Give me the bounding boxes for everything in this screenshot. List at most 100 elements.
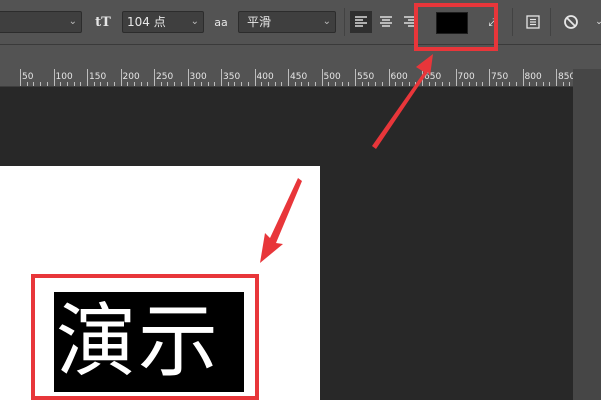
ruler-minor-tick (294, 82, 296, 86)
chevron-down-icon: ⌄ (68, 16, 77, 27)
ruler-label: 800 (524, 72, 542, 82)
divider (550, 8, 551, 36)
ruler-minor-tick (428, 82, 430, 86)
ruler-label: 100 (55, 72, 73, 82)
ruler-major-tick (120, 69, 122, 86)
ruler-minor-tick (93, 82, 95, 86)
ruler-major-tick (187, 69, 189, 86)
horizontal-ruler: 50 100 150 200 250 300 350 400 450 500 550 600 650 70… (0, 69, 584, 87)
ruler-minor-tick (468, 82, 470, 86)
ruler-label: 600 (390, 72, 408, 82)
ruler-minor-tick (107, 82, 109, 86)
ruler-major-tick (254, 69, 256, 86)
ruler-label: 250 (156, 72, 174, 82)
ruler-minor-tick (274, 82, 276, 86)
ruler-minor-tick (314, 82, 316, 86)
ruler-label: 400 (256, 72, 274, 82)
antialias-icon: aa (214, 15, 228, 29)
ruler-minor-tick (167, 82, 169, 86)
ruler-label: 50 (22, 72, 34, 82)
ruler-minor-tick (133, 82, 135, 86)
ruler-major-tick (522, 69, 524, 86)
character-panel-icon[interactable] (522, 11, 544, 33)
ruler-label: 700 (457, 72, 475, 82)
color-swatch-highlight-box (414, 3, 498, 51)
font-style-dropdown[interactable]: ⌄ (0, 11, 82, 33)
ruler-minor-tick (495, 82, 497, 86)
ruler-minor-tick (113, 82, 115, 86)
ruler-minor-tick (415, 82, 417, 86)
ruler-label: 650 (424, 72, 442, 82)
ruler-label: 300 (189, 72, 207, 82)
ruler-major-tick (388, 69, 390, 86)
ruler-minor-tick (66, 82, 68, 86)
ruler-minor-tick (562, 82, 564, 86)
cancel-icon[interactable] (560, 11, 582, 33)
ruler-major-tick (288, 69, 289, 86)
ruler-minor-tick (334, 82, 336, 86)
ruler-major-tick (455, 69, 457, 86)
ruler-minor-tick (46, 82, 48, 86)
ruler-minor-tick (207, 82, 209, 86)
chevron-down-icon[interactable]: ⌄ (588, 11, 601, 33)
ruler-minor-tick (214, 82, 216, 86)
ruler-minor-tick (549, 82, 551, 86)
ruler-minor-tick (328, 82, 330, 86)
ruler-minor-tick (241, 82, 243, 86)
ruler-minor-tick (301, 82, 303, 86)
ruler-major-tick (355, 69, 356, 86)
ruler-minor-tick (140, 82, 142, 86)
ruler-minor-tick (442, 82, 444, 86)
chevron-down-icon: ⌄ (322, 16, 331, 27)
ruler-minor-tick (542, 82, 544, 86)
ruler-minor-tick (80, 82, 82, 86)
align-center-icon[interactable] (375, 11, 397, 33)
divider (512, 8, 513, 36)
ruler-minor-tick (160, 82, 162, 86)
side-panel-edge (573, 69, 601, 400)
options-bar: ⌄ tT 104 点 ⌄ aa 平滑 ⌄ ⤦ ⌄ (0, 0, 601, 45)
ruler-minor-tick (174, 82, 176, 86)
ruler-minor-tick (40, 82, 42, 86)
text-highlight-box (31, 274, 259, 400)
ruler-minor-tick (395, 82, 397, 86)
ruler-minor-tick (227, 82, 229, 86)
font-size-field[interactable]: 104 点 ⌄ (122, 11, 204, 33)
ruler-minor-tick (281, 82, 283, 86)
ruler-minor-tick (401, 82, 403, 86)
ruler-minor-tick (100, 82, 102, 86)
ruler-minor-tick (368, 82, 370, 86)
align-left-icon[interactable] (350, 11, 372, 33)
ruler-minor-tick (569, 82, 571, 86)
ruler-major-tick (321, 69, 323, 86)
ruler-minor-tick (341, 82, 343, 86)
ruler-minor-tick (408, 82, 410, 86)
ruler-minor-tick (535, 82, 537, 86)
ruler-label: 750 (491, 72, 509, 82)
ruler-minor-tick (482, 82, 484, 86)
antialias-value: 平滑 (247, 15, 272, 29)
ruler-minor-tick (147, 82, 149, 86)
ruler-minor-tick (234, 82, 236, 86)
ruler-minor-tick (361, 82, 363, 86)
ruler-minor-tick (247, 82, 249, 86)
ruler-minor-tick (375, 82, 377, 86)
ruler-minor-tick (267, 82, 269, 86)
ruler-major-tick (154, 69, 155, 86)
ruler-minor-tick (381, 82, 383, 86)
document-tab-bar (0, 45, 601, 69)
ruler-minor-tick (435, 82, 437, 86)
ruler-label: 450 (290, 72, 308, 82)
ruler-label: 150 (89, 72, 107, 82)
ruler-minor-tick (475, 82, 477, 86)
ruler-minor-tick (73, 82, 75, 86)
antialias-dropdown[interactable]: 平滑 ⌄ (238, 11, 336, 33)
ruler-minor-tick (33, 82, 35, 86)
ruler-minor-tick (261, 82, 263, 86)
ruler-minor-tick (194, 82, 196, 86)
ruler-minor-tick (502, 82, 504, 86)
ruler-major-tick (87, 69, 88, 86)
ruler-major-tick (221, 69, 222, 86)
ruler-minor-tick (515, 82, 517, 86)
ruler-major-tick (422, 69, 423, 86)
